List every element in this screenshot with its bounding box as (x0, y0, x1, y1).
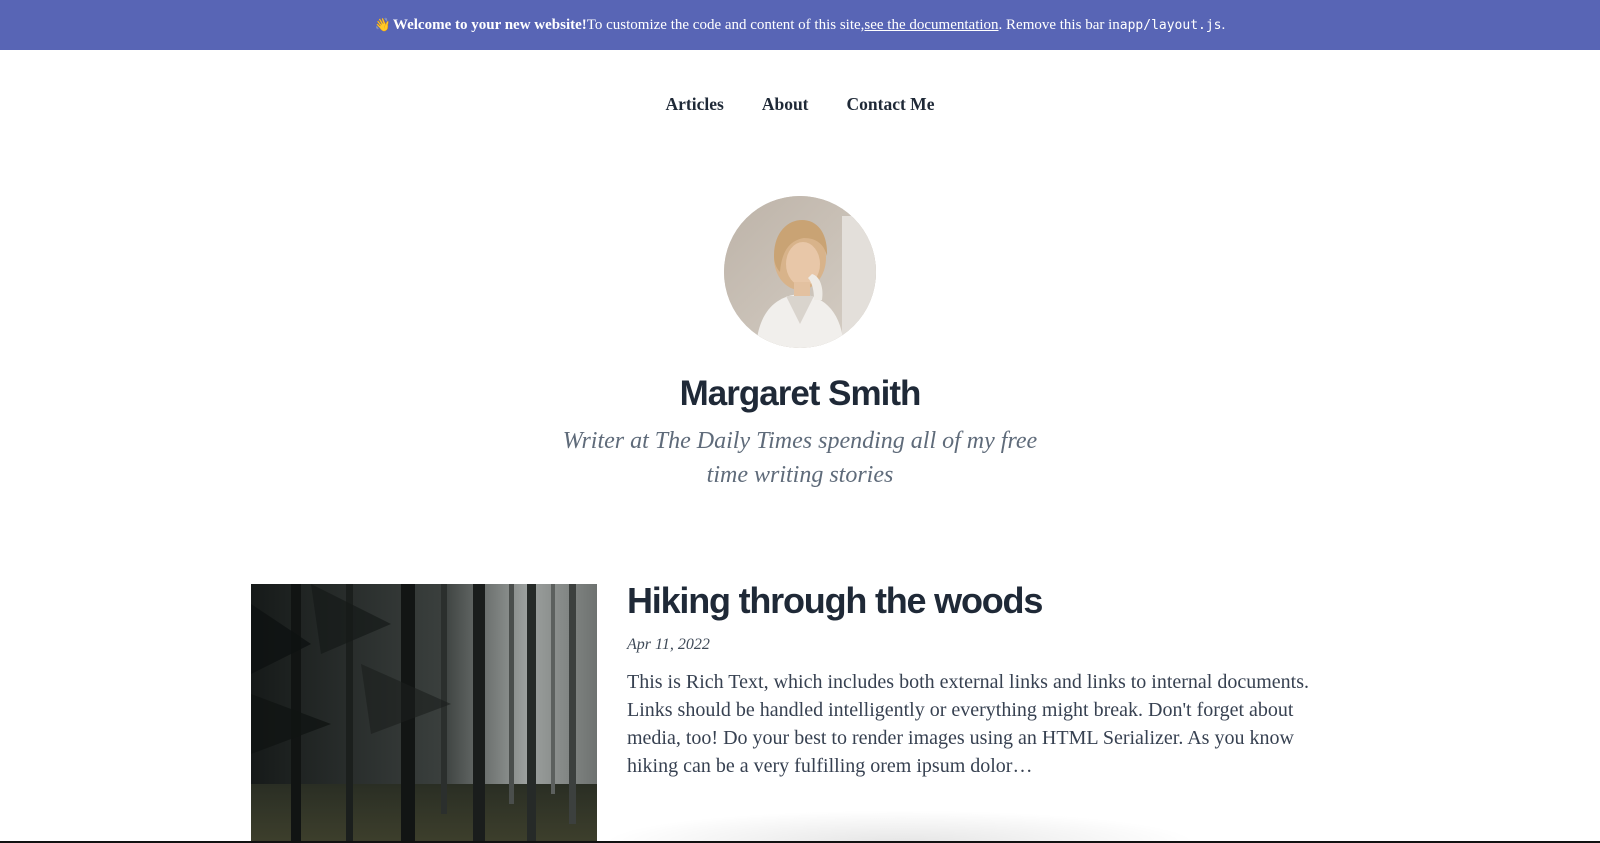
announcement-banner: 👋 Welcome to your new website! To custom… (0, 0, 1600, 50)
banner-text: To customize the code and content of thi… (586, 16, 865, 33)
forest-image (251, 584, 597, 843)
nav-item-about[interactable]: About (762, 94, 809, 115)
profile-photo (724, 196, 876, 348)
card-shadow (600, 810, 1200, 843)
article-title[interactable]: Hiking through the woods (627, 580, 1043, 622)
documentation-link[interactable]: see the documentation (864, 17, 998, 34)
nav-item-contact-me[interactable]: Contact Me (847, 94, 935, 115)
main-nav: Articles About Contact Me (0, 94, 1600, 115)
article-thumbnail[interactable] (251, 584, 597, 843)
avatar (724, 196, 876, 348)
article-date: Apr 11, 2022 (627, 636, 710, 653)
banner-text-remove: . Remove this bar in (998, 16, 1120, 33)
profile-tagline: Writer at The Daily Times spending all o… (562, 428, 1038, 488)
banner-text-end: . (1221, 16, 1226, 33)
banner-welcome-text: Welcome to your new website! (392, 16, 587, 33)
nav-item-articles[interactable]: Articles (666, 94, 724, 115)
waving-hand-icon: 👋 (374, 17, 391, 32)
profile-name: Margaret Smith (679, 374, 922, 413)
article-excerpt: This is Rich Text, which includes both e… (627, 671, 1310, 777)
banner-code: app/layout.js (1119, 17, 1222, 33)
